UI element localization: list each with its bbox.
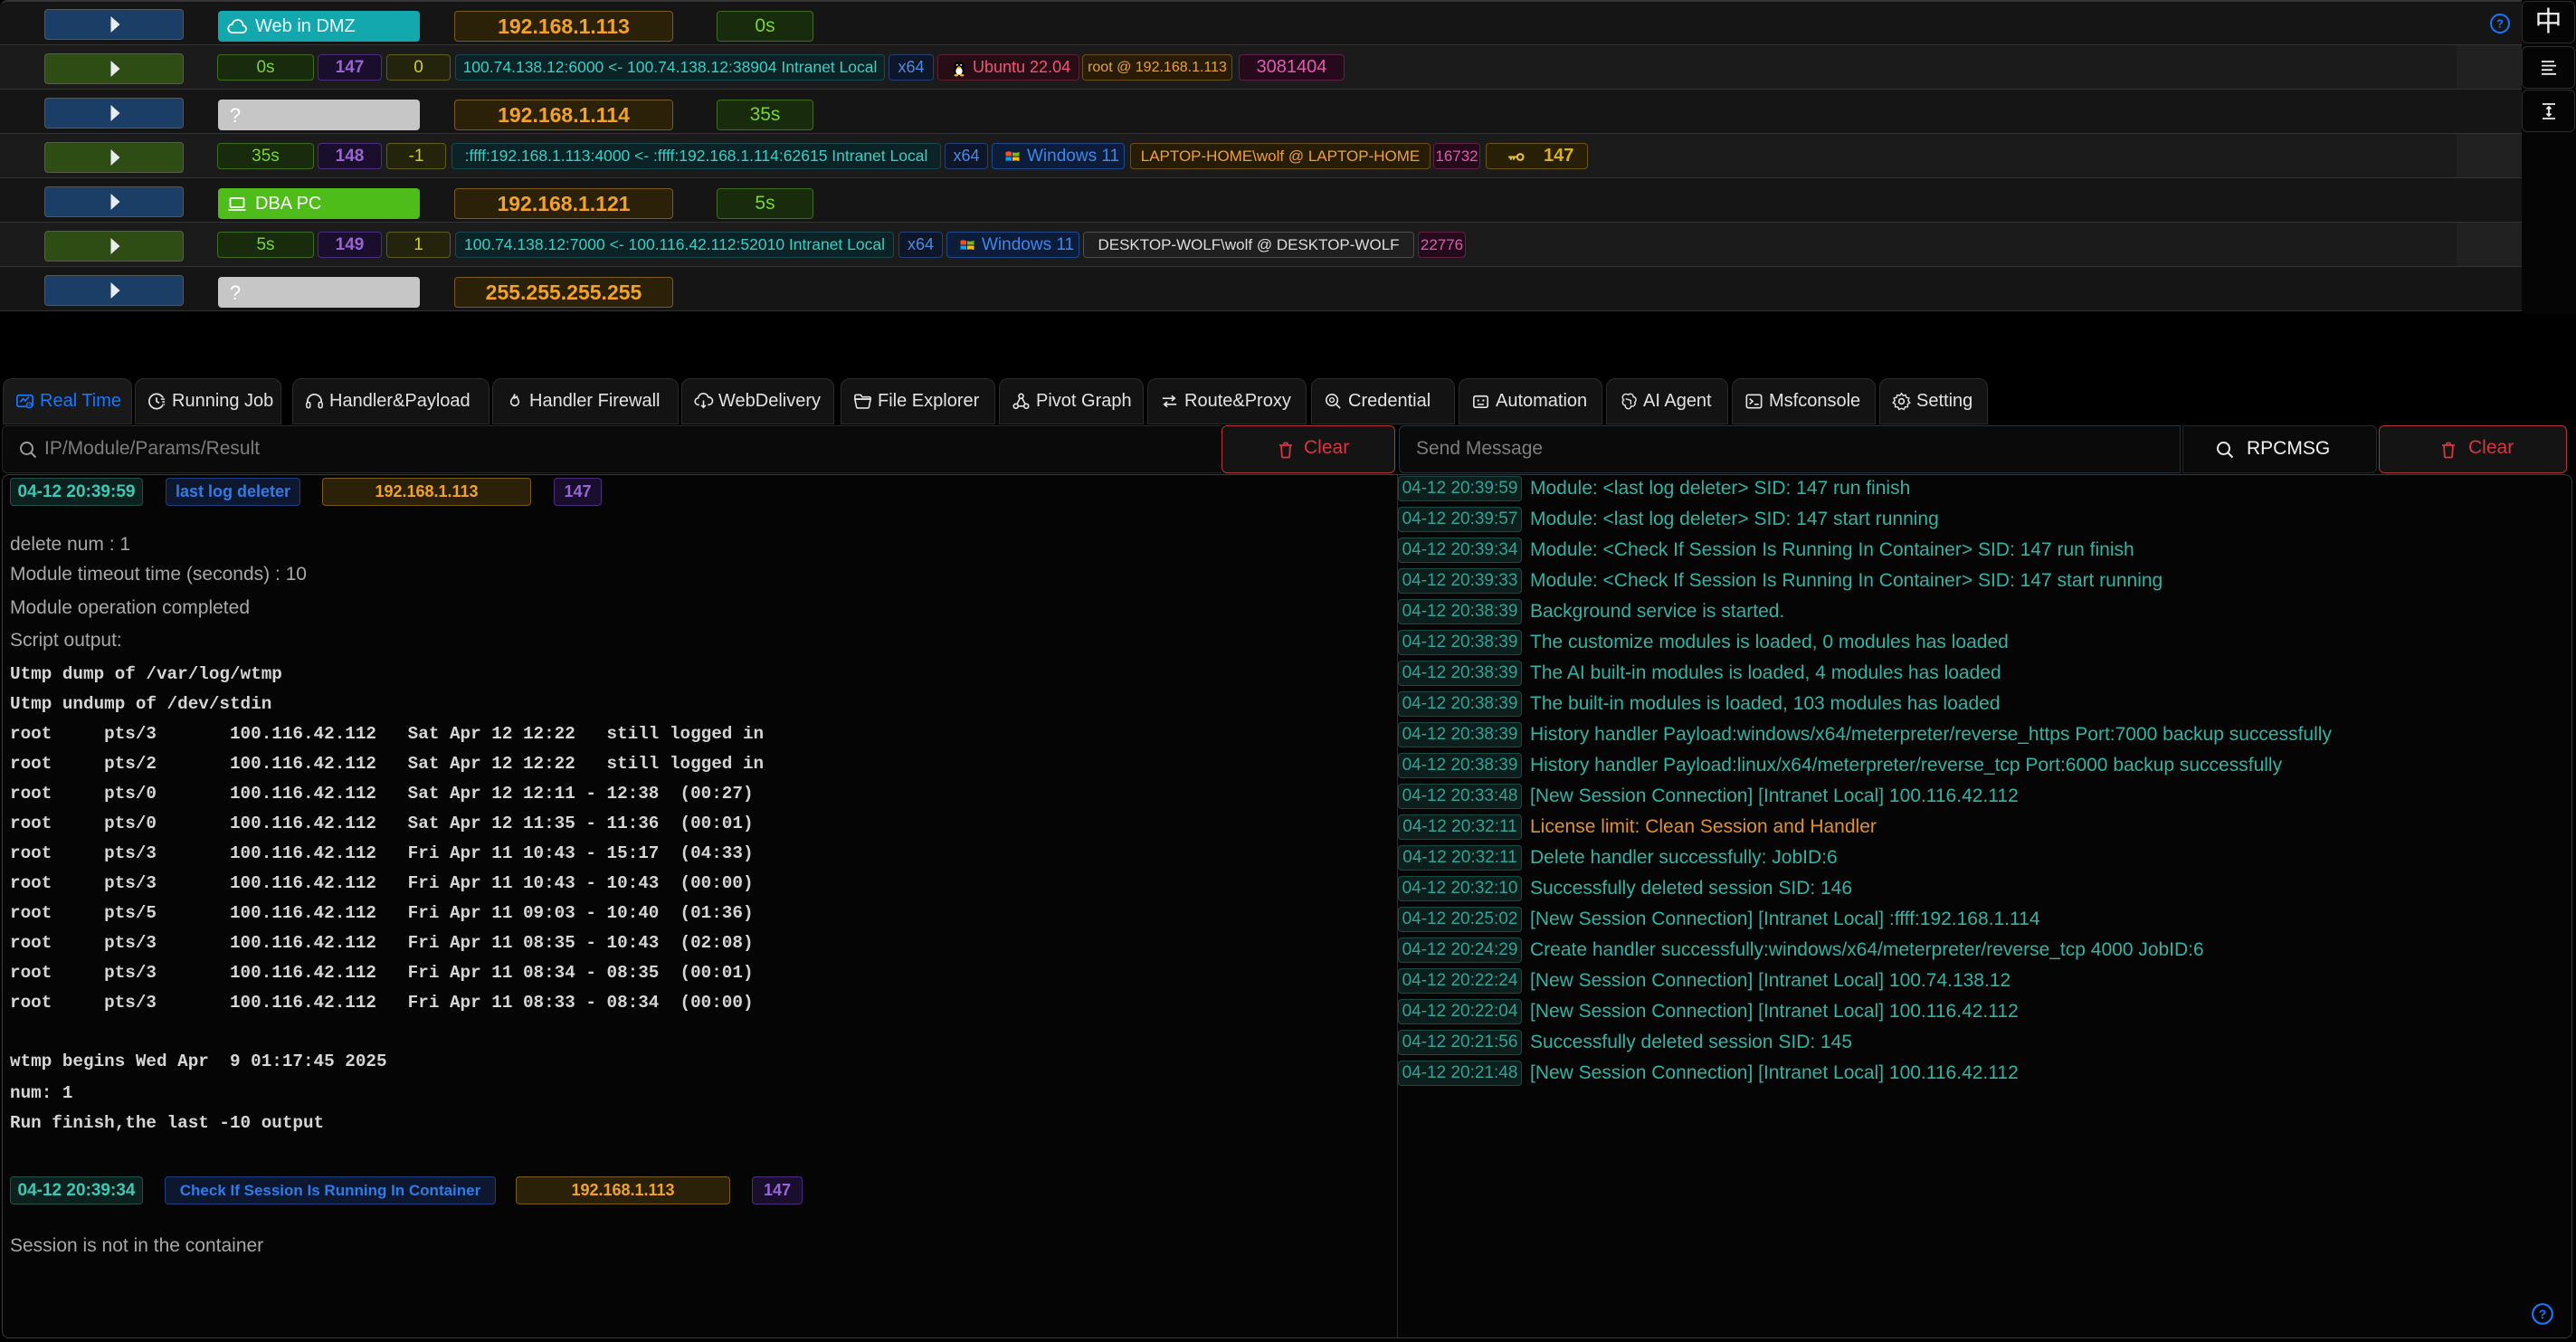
- svg-text:?: ?: [230, 282, 241, 304]
- svg-text:?: ?: [2496, 17, 2504, 31]
- svg-text:?: ?: [2539, 1307, 2547, 1321]
- svg-text:?: ?: [230, 105, 241, 127]
